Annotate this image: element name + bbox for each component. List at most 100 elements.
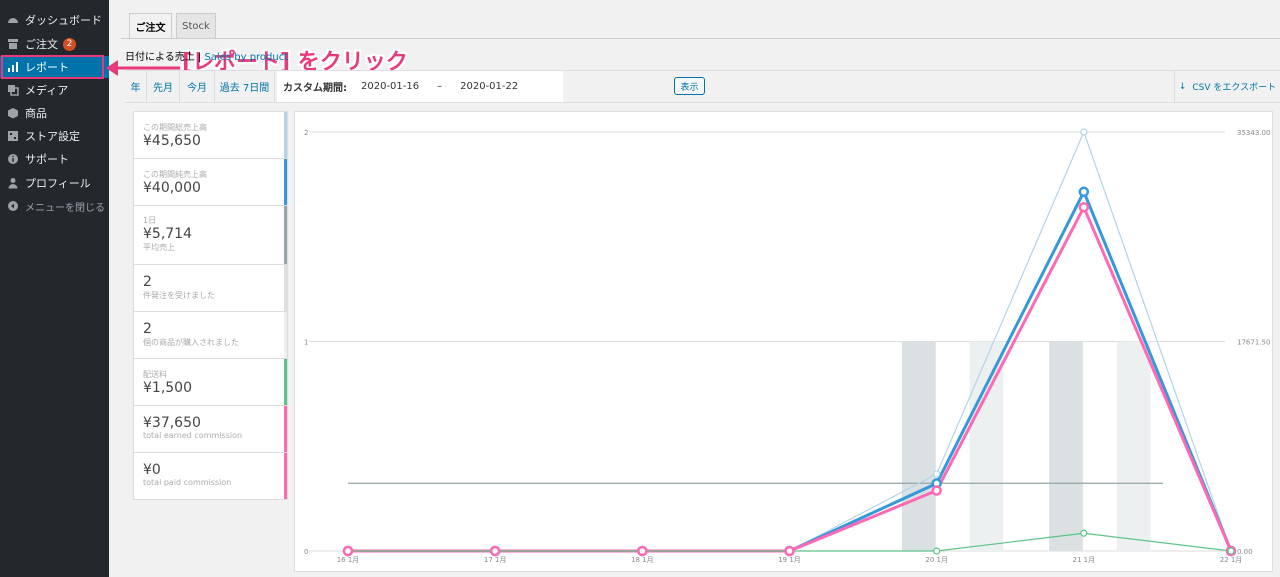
bar-orders [902,341,936,551]
left-tick-label: 2 [304,129,308,137]
stat-color-bar [284,159,287,205]
subnav-sales-by-product-link[interactable]: Sales by product [204,52,288,63]
date-range-bar: 年 先月 今月 過去 7日間 カスタム期間: 2020-01-16 – 2020… [125,70,1280,103]
stat-items-purchased[interactable]: 2 個の商品が購入されました [134,312,287,359]
admin-sidebar: ダッシュボード ご注文 2 レポート メディア 商品 ストア設定 サポート プロ… [0,0,109,577]
stat-value: 2 [143,321,152,337]
stat-label: 1日 [143,216,157,225]
series-point-net [1078,186,1090,198]
bar-items [1116,341,1151,551]
sidebar-item-label: サポート [25,153,69,166]
series-point-commission [342,545,354,557]
custom-range-form: カスタム期間: 2020-01-16 – 2020-01-22 表示 [277,71,705,102]
sidebar-item-store-settings[interactable]: ストア設定 [0,125,109,147]
show-button[interactable]: 表示 [674,77,705,95]
stat-average-sales[interactable]: 1日 ¥5,714 平均売上 [134,206,287,265]
stat-orders-placed[interactable]: 2 件発注を受けました [134,265,287,312]
collapse-arrow-icon [7,200,19,212]
stat-net-sales[interactable]: この期間純売上高 ¥40,000 [134,159,287,206]
series-point-shipping [1080,529,1088,537]
stat-color-bar [284,312,287,358]
stat-sub-label: 件発注を受けました [143,291,215,300]
stat-sub-label: 個の商品が購入されました [143,338,239,347]
range-year-link[interactable]: 年 [125,71,147,102]
dashboard-icon [7,14,19,26]
stat-sub-label: total paid commission [143,478,232,487]
x-tick-label: 22 1月 [1220,556,1243,564]
stat-value: ¥5,714 [143,226,192,242]
x-tick-label: 17 1月 [484,556,507,564]
sidebar-item-products[interactable]: 商品 [0,102,109,124]
stat-color-bar [284,112,287,158]
stat-sub-label: total earned commission [143,431,243,440]
range-last-month-link[interactable]: 先月 [147,71,180,102]
settings-icon [7,130,19,142]
stat-value: ¥37,650 [143,415,201,431]
stat-value: 2 [143,274,152,290]
sidebar-item-label: 商品 [25,107,47,120]
stat-earned-commission[interactable]: ¥37,650 total earned commission [134,406,287,453]
reports-highlight-box [1,55,104,79]
stat-shipping[interactable]: 配送料 ¥1,500 [134,359,287,406]
bar-orders [1049,341,1083,551]
stat-color-bar [284,406,287,452]
stat-sub-label: 平均売上 [143,243,175,252]
stat-label: この期間純売上高 [143,170,207,179]
series-point-commission [637,545,648,557]
x-tick-label: 21 1月 [1073,556,1096,564]
series-line-commission [348,203,1233,553]
series-point-commission [1078,201,1090,213]
stats-legend: この期間総売上高 ¥45,650 この期間純売上高 ¥40,000 1日 ¥5,… [133,111,288,500]
range-separator: – [437,81,443,92]
start-date-input[interactable]: 2020-01-16 [361,81,419,92]
series-point-commission [489,545,501,557]
right-tick-label: 0.00 [1237,548,1253,556]
tab-stock[interactable]: Stock [176,13,216,39]
end-date-input[interactable]: 2020-01-22 [460,81,518,92]
x-tick-label: 18 1月 [631,556,654,564]
export-csv-label: CSV をエクスポート [1192,83,1277,93]
sidebar-item-support[interactable]: サポート [0,148,109,170]
series-point-shipping [933,547,941,555]
series-point-gross [1080,128,1088,136]
stat-value: ¥40,000 [143,180,201,196]
stat-color-bar [284,265,287,311]
x-tick-label: 20 1月 [925,556,948,564]
sidebar-item-label: ご注文 [25,38,58,51]
sidebar-item-profile[interactable]: プロフィール [0,172,109,194]
collapse-menu-label: メニューを閉じる [25,202,105,214]
stat-color-bar [284,453,287,499]
tabs-divider [121,38,1280,39]
sidebar-item-media[interactable]: メディア [0,79,109,101]
series-line-net [348,188,1233,553]
report-subnav: 日付による売上 | Sales by product [125,48,288,63]
series-point-shipping [1227,547,1235,555]
stat-color-bar [284,206,287,264]
series-point-commission [784,545,795,557]
range-last-7-days-link[interactable]: 過去 7日間 [215,71,275,102]
sidebar-item-label: ダッシュボード [25,14,102,27]
sidebar-item-dashboard[interactable]: ダッシュボード [0,9,109,31]
subnav-current[interactable]: 日付による売上 [125,52,195,63]
sidebar-item-orders[interactable]: ご注文 2 [0,33,109,55]
sidebar-item-label: ストア設定 [25,130,80,143]
stat-gross-sales[interactable]: この期間総売上高 ¥45,650 [134,112,287,159]
media-icon [7,84,19,96]
stat-color-bar [284,359,287,405]
x-tick-label: 19 1月 [778,556,801,564]
sales-chart: 0 1 2 0.00 17671.50 35343.00 16 1月 17 1月 18 1月 19… [304,128,1270,564]
sidebar-item-label: プロフィール [25,177,91,190]
stat-label: この期間総売上高 [143,123,207,132]
left-tick-label: 1 [304,339,308,347]
x-tick-label: 16 1月 [337,556,360,564]
export-csv-button[interactable]: ↓ CSV をエクスポート [1174,71,1280,102]
stat-paid-commission[interactable]: ¥0 total paid commission [134,453,287,500]
right-tick-label: 17671.50 [1237,339,1270,347]
collapse-menu-button[interactable]: メニューを閉じる [0,195,109,217]
range-this-month-link[interactable]: 今月 [180,71,215,102]
left-tick-label: 0 [304,548,308,556]
tab-orders[interactable]: ご注文 [129,13,172,39]
box-icon [7,107,19,119]
info-icon [7,153,19,165]
stat-value: ¥45,650 [143,133,201,149]
